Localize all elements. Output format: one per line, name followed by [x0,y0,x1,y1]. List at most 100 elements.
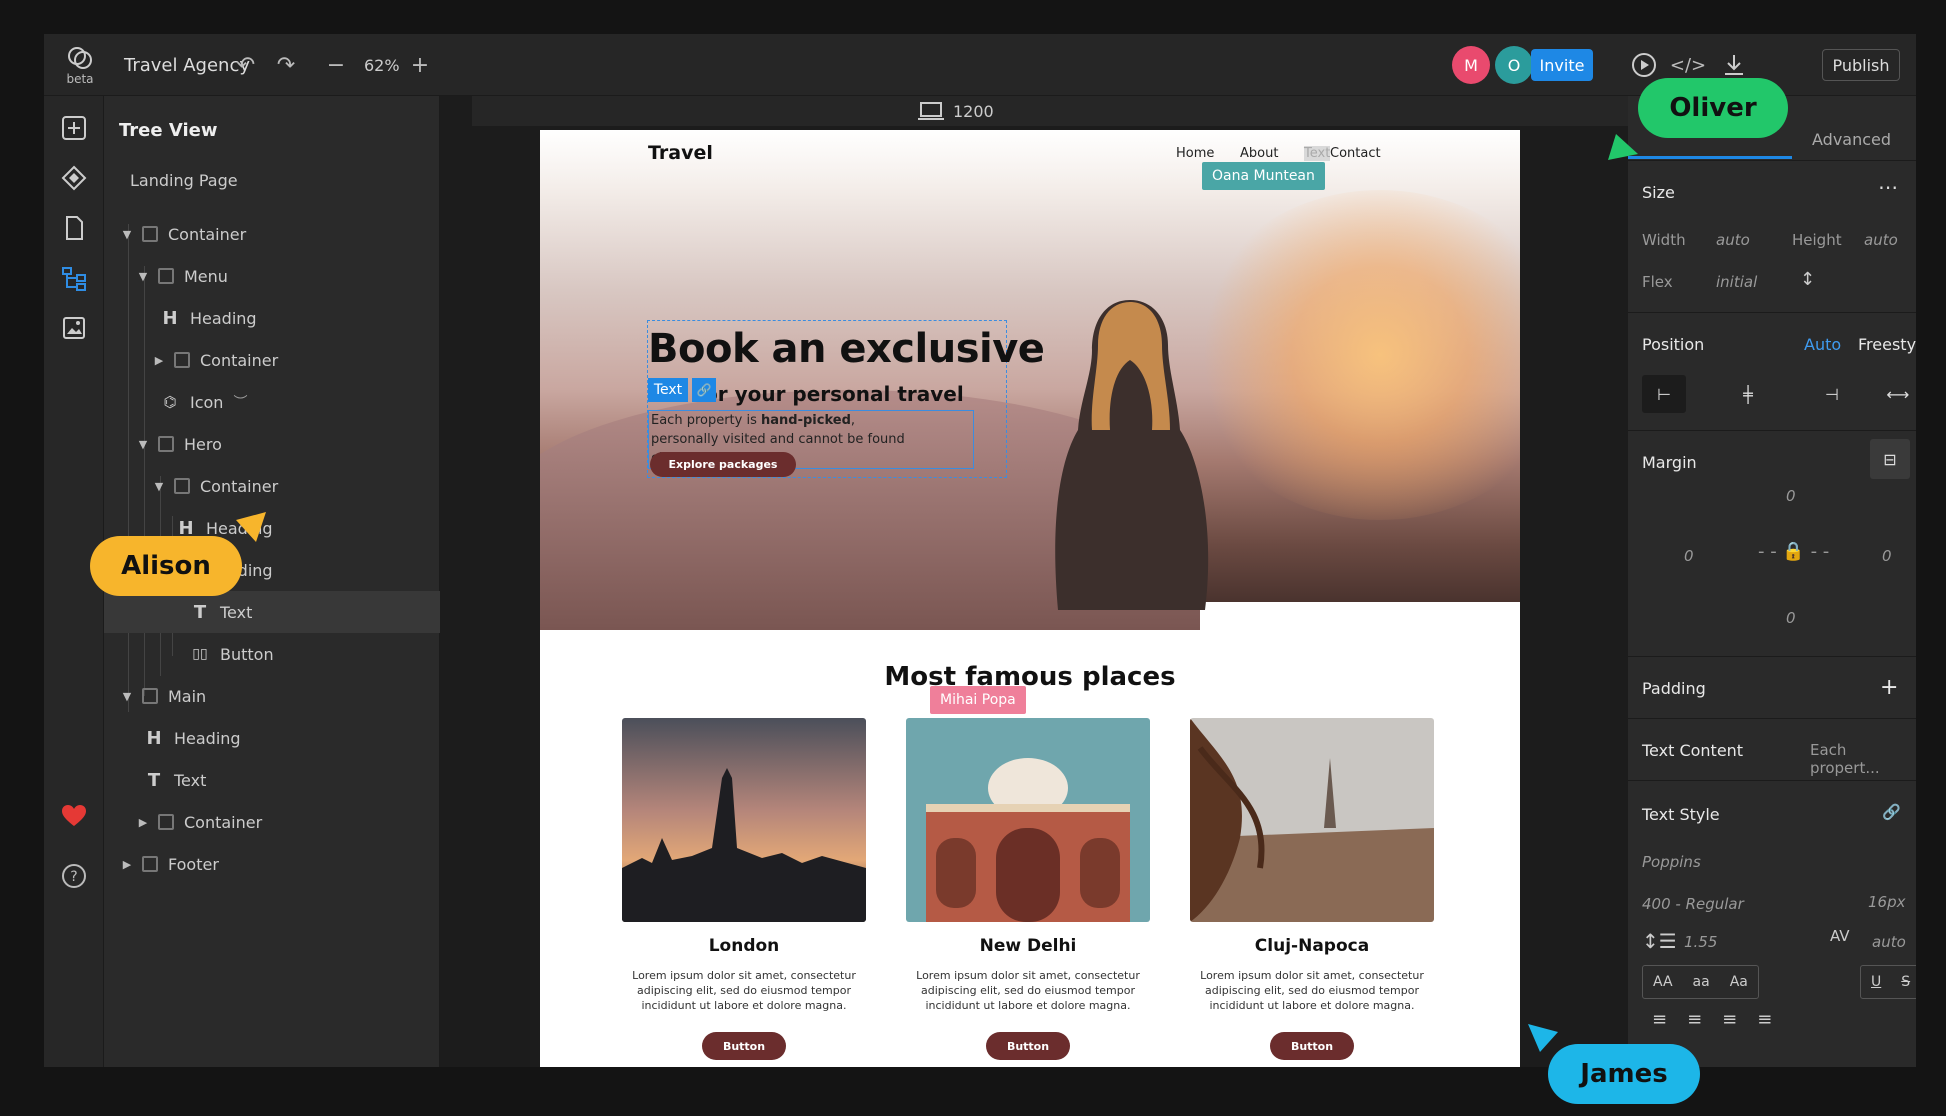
link-margins-icon[interactable]: - - 🔒 - - [1758,541,1829,562]
position-auto[interactable]: Auto [1804,335,1841,354]
help-icon[interactable]: ? [56,858,92,894]
height-value[interactable]: auto [1864,231,1898,249]
tree-node-heading[interactable]: H Heading [104,717,440,759]
components-icon[interactable] [56,160,92,196]
link-icon[interactable]: 🔗 [692,378,716,402]
margin-bottom[interactable]: 0 [1786,609,1796,627]
caret-down-icon[interactable]: ▼ [120,690,134,703]
strikethrough-icon[interactable]: S [1891,974,1916,990]
align-right-icon[interactable]: ⊣ [1810,375,1854,413]
align-left-icon[interactable]: ⊢ [1642,375,1686,413]
tree-node-heading[interactable]: H Heading [104,297,440,339]
tree-node-text[interactable]: T Text [104,759,440,801]
card-button-cluj-napoca[interactable]: Button [1270,1032,1354,1060]
card-button-new-delhi[interactable]: Button [986,1032,1070,1060]
nav-about[interactable]: About [1240,146,1278,161]
heart-icon[interactable] [56,798,92,834]
landing-page-label[interactable]: Landing Page [130,171,238,190]
card-image-london[interactable] [622,718,866,922]
publish-button[interactable]: Publish [1822,49,1900,81]
lowercase-option[interactable]: aa [1683,974,1720,990]
add-padding-icon[interactable]: + [1880,675,1898,700]
nav-contact[interactable]: Contact [1330,146,1381,161]
woman-silhouette [1055,300,1209,610]
link-style-icon[interactable]: 🔗 [1882,803,1901,821]
pages-icon[interactable] [56,210,92,246]
caret-down-icon[interactable]: ▼ [152,480,166,493]
letter-spacing-value[interactable]: auto [1872,933,1906,951]
tree-node-text[interactable]: T Text [104,591,440,633]
tree-node-hero[interactable]: ▼ Hero [104,423,440,465]
hero-heading[interactable]: Book an exclusive [648,326,1045,372]
tree-node-label: Main [168,686,207,706]
card-image-new-delhi[interactable] [906,718,1150,922]
capitalize-option[interactable]: Aa [1720,974,1758,990]
nav-text-element[interactable]: Text [1304,146,1331,161]
tree-node-container[interactable]: ▶ Container [104,339,440,381]
tree-node-container[interactable]: ▶ Container [104,801,440,843]
underline-icon[interactable]: U [1861,974,1891,990]
avatar-m[interactable]: M [1452,46,1490,84]
text-content-section: Text Content Each propert... [1628,718,1916,780]
tree-node-footer[interactable]: ▶ Footer [104,843,440,885]
invite-button[interactable]: Invite [1531,49,1593,81]
redo-icon[interactable]: ↷ [266,34,306,96]
card-text-new-delhi[interactable]: Lorem ipsum dolor sit amet, consectetur … [906,968,1150,1013]
position-freestyle[interactable]: Freestyle [1858,335,1916,354]
margin-collapse-icon[interactable]: ⊟ [1870,439,1910,479]
align-center-icon[interactable]: ╪ [1726,375,1770,413]
explore-packages-button[interactable]: Explore packages [650,452,796,477]
line-height-value[interactable]: 1.55 [1684,933,1717,951]
card-title-london[interactable]: London [622,936,866,956]
undo-icon[interactable]: ↶ [226,34,266,96]
selection-tag-text[interactable]: Text [648,378,688,402]
font-size-value[interactable]: 16px [1868,893,1906,911]
tree-node-menu[interactable]: ▼ Menu [104,255,440,297]
flex-value[interactable]: initial [1716,273,1757,291]
card-image-cluj-napoca[interactable] [1190,718,1434,922]
card-button-london[interactable]: Button [702,1032,786,1060]
tree-node-main[interactable]: ▼ Main [104,675,440,717]
tab-advanced[interactable]: Advanced [1812,130,1891,149]
avatar-o[interactable]: O [1495,46,1533,84]
caret-right-icon[interactable]: ▶ [152,354,166,367]
tree-node-button[interactable]: ▯▯ Button [104,633,440,675]
caret-down-icon[interactable]: ▼ [120,228,134,241]
section-title[interactable]: Most famous places [540,662,1520,692]
design-canvas[interactable]: 1200 Travel Home About Text Contact Oana… [440,96,1628,1067]
caret-down-icon[interactable]: ▼ [136,270,150,283]
tree-node-container[interactable]: ▼ Container [104,213,440,255]
resize-vertical-icon[interactable]: ↕ [1800,269,1815,290]
tree-node-icon[interactable]: ⌬ Icon ︶ [104,381,440,423]
caret-right-icon[interactable]: ▶ [136,816,150,829]
text-align-group[interactable]: ≡≡≡≡ [1652,1009,1792,1030]
card-title-new-delhi[interactable]: New Delhi [906,936,1150,956]
app-logo[interactable]: beta [52,34,108,96]
text-content-value[interactable]: Each propert... [1810,741,1916,777]
tree-node-container[interactable]: ▼ Container [104,465,440,507]
align-stretch-icon[interactable]: ⟷ [1876,375,1916,413]
viewport-size[interactable]: 1200 [917,100,994,122]
assets-image-icon[interactable] [56,310,92,346]
width-value[interactable]: auto [1716,231,1750,249]
eye-closed-icon[interactable]: ︶ [233,392,247,412]
tree-view-icon[interactable] [56,260,92,296]
font-family-value[interactable]: Poppins [1642,853,1701,871]
uppercase-option[interactable]: AA [1643,974,1683,990]
zoom-in-icon[interactable]: + [400,34,440,96]
hero-subheading[interactable]: or your personal travel [704,382,964,406]
card-text-cluj-napoca[interactable]: Lorem ipsum dolor sit amet, consectetur … [1190,968,1434,1013]
caret-down-icon[interactable]: ▼ [136,438,150,451]
card-text-london[interactable]: Lorem ipsum dolor sit amet, consectetur … [622,968,866,1013]
card-title-cluj-napoca[interactable]: Cluj-Napoca [1190,936,1434,956]
margin-top[interactable]: 0 [1786,487,1796,505]
caret-right-icon[interactable]: ▶ [120,858,134,871]
add-element-icon[interactable] [56,110,92,146]
nav-home[interactable]: Home [1176,146,1214,161]
more-options-icon[interactable]: ⋯ [1878,175,1898,199]
margin-right[interactable]: 0 [1882,547,1892,565]
zoom-out-icon[interactable]: − [316,34,356,96]
font-weight-value[interactable]: 400 - Regular [1642,895,1744,913]
margin-left[interactable]: 0 [1684,547,1694,565]
site-logo[interactable]: Travel [648,142,713,164]
